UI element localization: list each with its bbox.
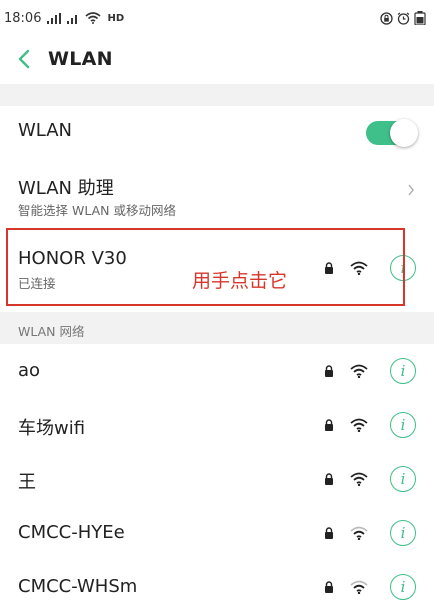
info-button[interactable]: i — [390, 412, 416, 438]
network-item[interactable]: 王 i — [0, 454, 434, 504]
network-icons: i — [324, 412, 416, 438]
annotation-text: 用手点击它 — [192, 270, 288, 292]
wlan-assistant-label: WLAN 助理 — [18, 178, 114, 199]
network-item[interactable]: CMCC-WHSm i — [0, 562, 434, 605]
networks-section-title: WLAN 网络 — [18, 324, 85, 339]
network-name: CMCC-WHSm — [18, 576, 138, 597]
lock-status-icon — [380, 11, 393, 25]
connected-network-status: 已连接 — [18, 276, 56, 291]
info-button[interactable]: i — [390, 255, 416, 281]
wifi-status-icon — [85, 12, 101, 24]
status-bar: 18:06 HD — [0, 0, 434, 36]
chevron-left-icon — [18, 49, 30, 69]
status-left: 18:06 HD — [4, 11, 124, 26]
battery-icon — [414, 11, 426, 25]
network-name: ao — [18, 360, 41, 381]
section-divider — [0, 84, 434, 106]
wlan-assistant-sublabel: 智能选择 WLAN 或移动网络 — [18, 203, 176, 218]
wlan-toggle-row[interactable]: WLAN — [0, 106, 434, 156]
back-button[interactable] — [14, 49, 34, 69]
connected-network-name: HONOR V30 — [18, 248, 127, 269]
lock-icon — [324, 473, 334, 485]
page-title: WLAN — [48, 48, 113, 70]
network-item[interactable]: CMCC-HYEe i — [0, 508, 434, 558]
lock-icon — [324, 527, 334, 539]
info-button[interactable]: i — [390, 574, 416, 600]
network-item[interactable]: ao i — [0, 346, 434, 396]
switch-knob — [390, 119, 418, 147]
signal-icon-2 — [67, 13, 79, 24]
lock-icon — [324, 262, 334, 274]
network-icons: i — [324, 520, 416, 546]
lock-icon — [324, 581, 334, 593]
signal-icon — [47, 12, 62, 24]
network-icons: i — [324, 574, 416, 600]
network-item[interactable]: 车场wifi i — [0, 400, 434, 450]
info-button[interactable]: i — [390, 466, 416, 492]
network-name: 车场wifi — [18, 418, 86, 439]
wifi-signal-icon — [350, 472, 368, 486]
status-time: 18:06 — [4, 10, 42, 26]
networks-section-header: WLAN 网络 — [0, 312, 434, 344]
info-button[interactable]: i — [390, 358, 416, 384]
wifi-signal-icon — [350, 364, 368, 378]
hd-badge: HD — [107, 12, 125, 24]
wifi-signal-weak-icon — [350, 580, 368, 594]
wifi-signal-weak-icon — [350, 526, 368, 540]
chevron-right-icon — [406, 182, 416, 196]
network-icons: i — [324, 358, 416, 384]
app-bar: WLAN — [0, 36, 434, 82]
status-right — [380, 11, 426, 25]
wifi-signal-icon — [350, 418, 368, 432]
connected-network-icons: i — [324, 255, 416, 281]
lock-icon — [324, 365, 334, 377]
wlan-toggle-label: WLAN — [18, 120, 73, 141]
network-name: 王 — [18, 472, 36, 493]
network-icons: i — [324, 466, 416, 492]
alarm-icon — [397, 12, 410, 25]
wlan-switch[interactable] — [366, 119, 418, 147]
wifi-signal-icon — [350, 261, 368, 275]
lock-icon — [324, 419, 334, 431]
network-name: CMCC-HYEe — [18, 522, 125, 543]
wlan-assistant-row[interactable]: WLAN 助理 智能选择 WLAN 或移动网络 — [0, 160, 434, 222]
info-button[interactable]: i — [390, 520, 416, 546]
